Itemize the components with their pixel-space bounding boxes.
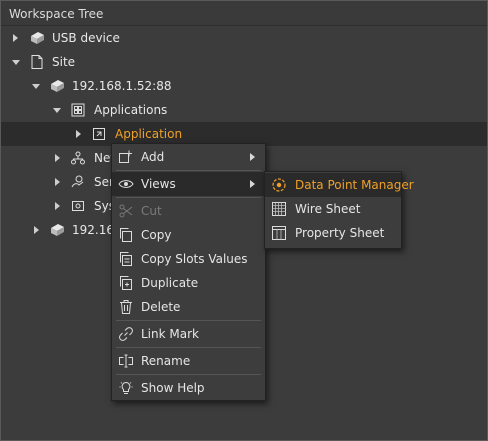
tree-item-label: 192.16 (72, 223, 114, 237)
menu-item-delete[interactable]: Delete (112, 295, 265, 319)
tree-item-label: 192.168.1.52:88 (72, 79, 172, 93)
menu-item-label: Copy (141, 228, 172, 242)
eye-icon (118, 180, 134, 188)
menu-divider (116, 374, 261, 375)
menu-item-duplicate[interactable]: Duplicate (112, 271, 265, 295)
device-icon (31, 32, 44, 44)
collapse-arrow-icon[interactable] (12, 60, 20, 65)
menu-divider (116, 320, 261, 321)
trash-icon (120, 300, 132, 314)
menu-item-wire-sheet[interactable]: Wire Sheet (265, 197, 401, 221)
collapse-arrow-icon[interactable] (32, 84, 40, 89)
expand-arrow-icon[interactable] (13, 34, 18, 42)
device-icon (51, 80, 64, 92)
tree-item-device-192-168-1-52[interactable]: 192.168.1.52:88 (1, 74, 487, 98)
collapse-arrow-icon[interactable] (53, 108, 61, 113)
menu-divider (116, 197, 261, 198)
submenu-arrow-icon (250, 180, 255, 188)
menu-item-label: Wire Sheet (295, 202, 361, 216)
menu-item-link-mark[interactable]: Link Mark (112, 322, 265, 346)
copy-icon (120, 228, 132, 242)
menu-item-label: Duplicate (141, 276, 199, 290)
add-icon (119, 150, 132, 163)
menu-item-copy-slots-values[interactable]: Copy Slots Values (112, 247, 265, 271)
table-icon (272, 226, 286, 240)
tree-item-label: USB device (52, 31, 120, 45)
menu-item-label: Copy Slots Values (141, 252, 248, 266)
menu-item-label: Views (141, 177, 176, 191)
menu-item-show-help[interactable]: Show Help (112, 376, 265, 400)
context-menu: Add Views Cut Copy Copy Slots Values Dup… (111, 143, 266, 401)
menu-item-add[interactable]: Add (112, 145, 265, 169)
applications-icon (71, 103, 85, 117)
menu-item-rename[interactable]: Rename (112, 349, 265, 373)
tree-item-site[interactable]: Site (1, 50, 487, 74)
menu-item-label: Show Help (141, 381, 205, 395)
copy-slots-icon (120, 252, 132, 266)
menu-item-label: Rename (141, 354, 191, 368)
tree-item-applications[interactable]: Applications (1, 98, 487, 122)
menu-item-cut[interactable]: Cut (112, 199, 265, 223)
application-icon (93, 128, 105, 140)
duplicate-icon (120, 276, 132, 290)
views-submenu: Data Point Manager Wire Sheet Property S… (264, 171, 414, 249)
tree-item-usb-device[interactable]: USB device (1, 26, 487, 50)
menu-item-copy[interactable]: Copy (112, 223, 265, 247)
menu-item-label: Link Mark (141, 327, 199, 341)
menu-item-label: Cut (141, 204, 162, 218)
expand-arrow-icon[interactable] (55, 202, 60, 210)
file-icon (31, 55, 43, 69)
expand-arrow-icon[interactable] (34, 226, 39, 234)
menu-item-label: Delete (141, 300, 181, 314)
panel-title: Workspace Tree (1, 1, 487, 26)
tree-item-label: Site (52, 55, 76, 69)
rename-icon (119, 354, 133, 368)
network-icon (71, 151, 85, 165)
system-icon (72, 201, 84, 211)
tree-item-label: Applications (94, 103, 168, 117)
services-icon (71, 175, 84, 188)
menu-item-property-sheet[interactable]: Property Sheet (265, 221, 401, 245)
menu-divider (116, 170, 261, 171)
menu-item-views[interactable]: Views (112, 172, 265, 196)
data-point-manager-icon (272, 178, 286, 192)
expand-arrow-icon[interactable] (76, 130, 81, 138)
expand-arrow-icon[interactable] (55, 154, 60, 162)
menu-divider (116, 347, 261, 348)
link-icon (119, 327, 133, 341)
scissors-icon (119, 204, 133, 218)
device-icon (51, 224, 64, 236)
menu-item-label: Add (141, 150, 165, 164)
grid-icon (272, 202, 286, 216)
menu-item-data-point-manager[interactable]: Data Point Manager (265, 173, 414, 197)
lightbulb-icon (119, 381, 133, 394)
menu-item-label: Property Sheet (295, 226, 385, 240)
menu-item-label: Data Point Manager (295, 178, 414, 192)
submenu-arrow-icon (250, 153, 255, 161)
expand-arrow-icon[interactable] (55, 178, 60, 186)
